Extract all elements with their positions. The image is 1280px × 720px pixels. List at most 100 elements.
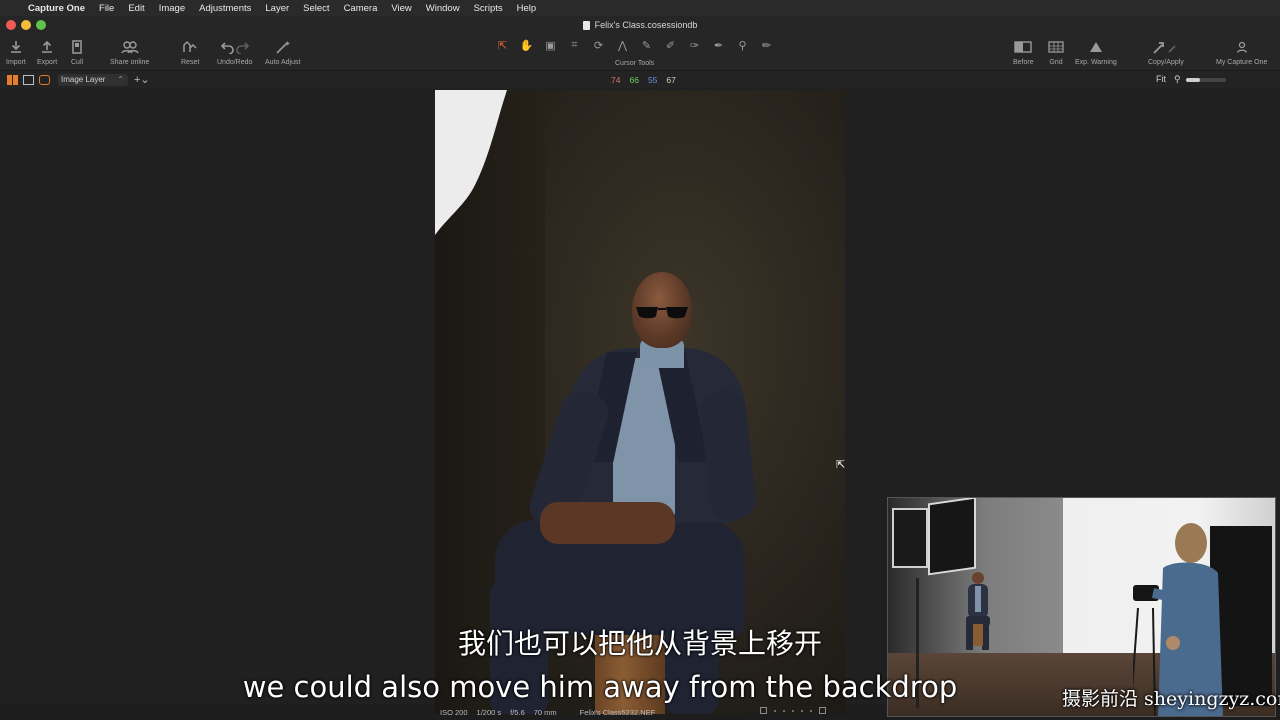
single-view-icon[interactable] <box>23 75 34 85</box>
focal-length-value: 70 mm <box>533 707 557 717</box>
menu-edit[interactable]: Edit <box>128 3 144 14</box>
grid-label: Grid <box>1049 59 1063 66</box>
undo-redo-label: Undo/Redo <box>217 59 253 66</box>
rating-dot-1[interactable] <box>774 709 776 712</box>
window-controls <box>6 20 46 30</box>
rating-dot-2[interactable] <box>783 709 785 712</box>
minimize-window-button[interactable] <box>21 20 31 30</box>
rotate-cursor-icon[interactable]: ⟳ <box>588 39 609 52</box>
document-icon <box>582 20 590 30</box>
menu-select[interactable]: Select <box>303 3 329 14</box>
green-value: 66 <box>629 75 639 85</box>
window-title: Felix's Class.cosessiondb <box>594 20 698 30</box>
pip-softbox-left <box>892 508 928 568</box>
warning-icon <box>1089 37 1103 57</box>
menu-layer[interactable]: Layer <box>265 3 289 14</box>
import-button[interactable]: Import <box>6 37 26 66</box>
undo-redo-button[interactable]: Undo/Redo <box>217 37 252 66</box>
eraser-cursor-icon[interactable]: ✐ <box>660 39 681 52</box>
zoom-slider[interactable] <box>1186 78 1226 82</box>
red-value: 74 <box>611 75 621 85</box>
flag-icon[interactable] <box>819 707 826 714</box>
shutter-value: 1/200 s <box>476 707 502 717</box>
before-button[interactable]: Before <box>1013 37 1034 66</box>
portrait-photo[interactable] <box>435 90 845 714</box>
cull-label: Cull <box>71 59 84 66</box>
menu-window[interactable]: Window <box>426 3 460 14</box>
menu-adjustments[interactable]: Adjustments <box>199 3 251 14</box>
menu-bar: Capture One File Edit Image Adjustments … <box>0 0 1280 16</box>
before-label: Before <box>1013 59 1034 66</box>
my-capture-one-button[interactable]: My Capture One <box>1216 37 1267 66</box>
heal-cursor-icon[interactable]: ✒ <box>708 39 729 52</box>
viewer-toolbar: Image Layer +⌄ 74 66 55 67 Fit ⚲ <box>0 70 1280 88</box>
export-button[interactable]: Export <box>37 37 57 66</box>
camera-cursor-icon[interactable]: ▣ <box>540 39 561 52</box>
reset-label: Reset <box>181 59 200 66</box>
share-icon <box>120 37 139 57</box>
pip-softbox <box>928 498 976 576</box>
cursor-tools-group: ⇱ ✋ ▣ ⌗ ⟳ ⋀ ✎ ✐ ✑ ✒ ⚲ ✏ <box>492 39 777 52</box>
auto-adjust-button[interactable]: Auto Adjust <box>265 37 300 66</box>
exposure-warning-button[interactable]: Exp. Warning <box>1075 37 1117 66</box>
cull-button[interactable]: Cull <box>71 37 83 66</box>
menu-app-name[interactable]: Capture One <box>28 3 85 14</box>
share-online-button[interactable]: Share online <box>110 37 149 66</box>
menu-scripts[interactable]: Scripts <box>474 3 503 14</box>
filename-value: Felix's Class5232.NEF <box>579 707 656 717</box>
cull-icon <box>71 37 83 57</box>
select-cursor-icon[interactable]: ⇱ <box>492 39 513 52</box>
menu-image[interactable]: Image <box>159 3 185 14</box>
photo-hands <box>540 502 675 544</box>
redo-icon[interactable] <box>235 40 249 54</box>
import-icon <box>9 37 23 57</box>
grid-view-icon[interactable] <box>7 75 18 85</box>
luminance-value: 67 <box>666 75 676 85</box>
rating-dot-3[interactable] <box>792 709 794 712</box>
rating-dot-5[interactable] <box>810 709 812 712</box>
rating-controls <box>760 707 826 714</box>
copy-apply-label: Copy/Apply <box>1148 59 1184 66</box>
undo-icon[interactable] <box>220 40 235 54</box>
color-tag-icon[interactable] <box>760 707 767 714</box>
menu-camera[interactable]: Camera <box>344 3 378 14</box>
my-capture-one-label: My Capture One <box>1216 59 1268 66</box>
blue-value: 55 <box>647 75 658 85</box>
zoom-window-button[interactable] <box>36 20 46 30</box>
grid-button[interactable]: Grid <box>1048 37 1064 66</box>
subtitle-chinese: 我们也可以把他从背景上移开 <box>457 627 822 660</box>
picker-cursor-icon[interactable]: ⚲ <box>732 39 753 52</box>
annotate-cursor-icon[interactable]: ✏ <box>756 39 777 52</box>
viewer-mode-icons <box>7 75 50 85</box>
close-window-button[interactable] <box>6 20 16 30</box>
cursor-tools-label: Cursor Tools <box>615 60 655 67</box>
main-toolbar: Import Export Cull Share online Reset Un… <box>0 34 1280 70</box>
exp-warning-label: Exp. Warning <box>1075 59 1117 66</box>
mouse-cursor-icon: ⇱ <box>836 459 846 471</box>
zoom-icon: ⚲ <box>1174 74 1181 84</box>
aperture-value: f/5.6 <box>510 707 525 717</box>
rating-dot-4[interactable] <box>801 709 803 712</box>
pan-cursor-icon[interactable]: ✋ <box>516 39 537 52</box>
site-watermark: 摄影前沿 sheyingzyz.com <box>1062 688 1280 710</box>
keystone-cursor-icon[interactable]: ⋀ <box>612 39 633 52</box>
before-icon <box>1014 37 1033 57</box>
crop-cursor-icon[interactable]: ⌗ <box>564 39 585 52</box>
window-title-bar: Felix's Class.cosessiondb <box>0 16 1280 34</box>
menu-help[interactable]: Help <box>517 3 537 14</box>
reset-button[interactable]: Reset <box>181 37 199 66</box>
add-layer-icon[interactable]: +⌄ <box>134 73 150 86</box>
export-label: Export <box>37 59 58 66</box>
layer-select[interactable]: Image Layer <box>58 74 128 86</box>
auto-adjust-icon <box>275 37 291 57</box>
photo-sunglasses <box>636 307 688 319</box>
export-icon <box>40 37 54 57</box>
zoom-fit-label[interactable]: Fit <box>1156 74 1166 84</box>
gradient-cursor-icon[interactable]: ✑ <box>684 39 705 52</box>
brush-cursor-icon[interactable]: ✎ <box>636 39 657 52</box>
menu-view[interactable]: View <box>391 3 411 14</box>
eye-view-icon[interactable] <box>39 75 50 85</box>
menu-file[interactable]: File <box>99 3 114 14</box>
rgb-readout: 74 66 55 67 <box>611 75 676 85</box>
copy-apply-button[interactable]: Copy/Apply <box>1148 37 1184 66</box>
